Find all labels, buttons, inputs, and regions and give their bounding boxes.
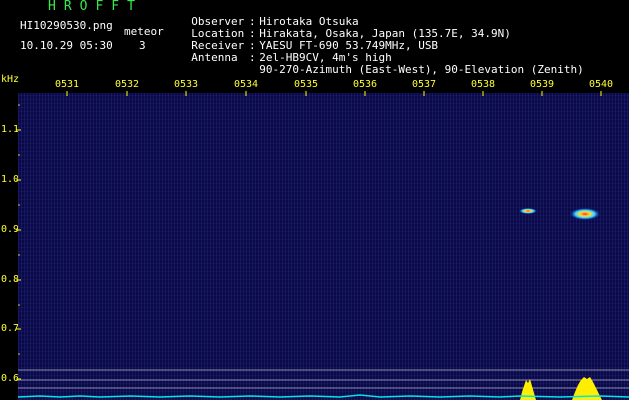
spectrogram-overlay [16,91,629,400]
noise-baseline [17,394,629,398]
meteor-echo [570,208,600,220]
meteor-echo [519,208,537,214]
